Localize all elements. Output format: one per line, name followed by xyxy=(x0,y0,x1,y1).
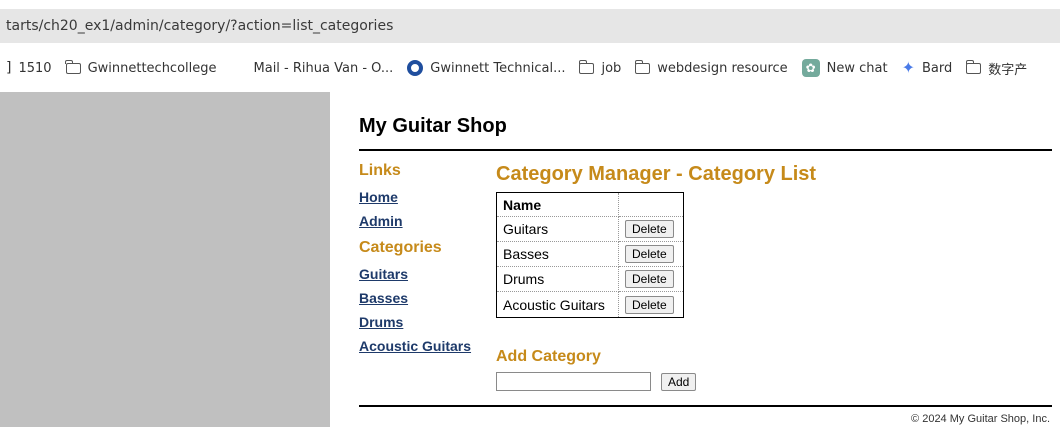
page-left-background xyxy=(0,92,330,427)
bookmark-chinese-folder[interactable]: 数字产 xyxy=(965,59,1027,78)
sparkle-icon: ✦ xyxy=(901,58,916,77)
category-name: Acoustic Guitars xyxy=(497,292,619,317)
category-name-input[interactable] xyxy=(496,372,651,391)
ring-icon xyxy=(407,60,424,76)
sidebar-link-basses[interactable]: Basses xyxy=(359,290,499,306)
column-header-actions xyxy=(619,193,683,217)
links-heading: Links xyxy=(359,162,401,179)
bookmark-1510[interactable]: ] 1510 xyxy=(6,60,52,76)
address-field[interactable]: tarts/ch20_ex1/admin/category/?action=li… xyxy=(0,9,1060,43)
bookmark-job[interactable]: job xyxy=(578,59,621,76)
sidebar: Links Home Admin Categories Guitars Bass… xyxy=(359,162,499,362)
table-row: Guitars Delete xyxy=(497,217,683,242)
page-title: Category Manager - Category List xyxy=(496,163,817,185)
sidebar-link-admin[interactable]: Admin xyxy=(359,213,499,229)
folder-icon xyxy=(634,59,651,74)
sidebar-link-acoustic-guitars[interactable]: Acoustic Guitars xyxy=(359,338,499,354)
add-category-form: Add xyxy=(496,372,816,391)
folder-icon xyxy=(578,59,595,74)
delete-button[interactable]: Delete xyxy=(625,245,674,263)
table-row: Basses Delete xyxy=(497,242,683,267)
bookmark-gwinnettechcollege[interactable]: Gwinnettechcollege xyxy=(64,59,217,76)
footer-divider xyxy=(359,405,1052,407)
bookmark-webdesign-resource[interactable]: webdesign resource xyxy=(634,59,788,76)
category-table: Name Guitars Delete Basses Delete Drums … xyxy=(496,192,684,318)
add-button[interactable]: Add xyxy=(661,372,697,391)
column-header-name: Name xyxy=(497,193,619,217)
footer-copyright: © 2024 My Guitar Shop, Inc. xyxy=(911,413,1050,425)
main-content: Category Manager - Category List Name Gu… xyxy=(496,163,816,391)
bookmark-bard[interactable]: ✦ Bard xyxy=(902,60,953,76)
folder-icon xyxy=(965,59,982,74)
browser-url-bar: tarts/ch20_ex1/admin/category/?action=li… xyxy=(0,0,1060,44)
table-row: Acoustic Guitars Delete xyxy=(497,292,683,317)
bookmark-mail[interactable]: Mail - Rihua Van - O... xyxy=(231,60,394,76)
table-header-row: Name xyxy=(497,193,683,217)
header-divider xyxy=(359,149,1052,151)
chatgpt-icon: ✿ xyxy=(801,59,820,77)
category-name: Basses xyxy=(497,242,619,267)
add-category-heading: Add Category xyxy=(496,348,601,365)
delete-button[interactable]: Delete xyxy=(625,220,674,238)
site-title: My Guitar Shop xyxy=(359,115,507,137)
categories-heading: Categories xyxy=(359,239,442,256)
bookmark-gwinnett-technical[interactable]: Gwinnett Technical... xyxy=(407,60,565,76)
page-content: My Guitar Shop Links Home Admin Categori… xyxy=(330,92,1060,427)
microsoft-icon xyxy=(231,60,247,76)
delete-button[interactable]: Delete xyxy=(625,270,674,288)
sidebar-link-drums[interactable]: Drums xyxy=(359,314,499,330)
category-name: Guitars xyxy=(497,217,619,242)
category-name: Drums xyxy=(497,267,619,292)
bookmarks-bar: ] 1510 Gwinnettechcollege Mail - Rihua Va… xyxy=(0,44,1060,92)
bookmark-new-chat[interactable]: ✿ New chat xyxy=(801,59,888,77)
sidebar-link-guitars[interactable]: Guitars xyxy=(359,266,499,282)
table-row: Drums Delete xyxy=(497,267,683,292)
sidebar-link-home[interactable]: Home xyxy=(359,189,499,205)
folder-icon xyxy=(64,59,81,74)
delete-button[interactable]: Delete xyxy=(625,295,674,314)
folder-icon: ] xyxy=(6,60,12,76)
